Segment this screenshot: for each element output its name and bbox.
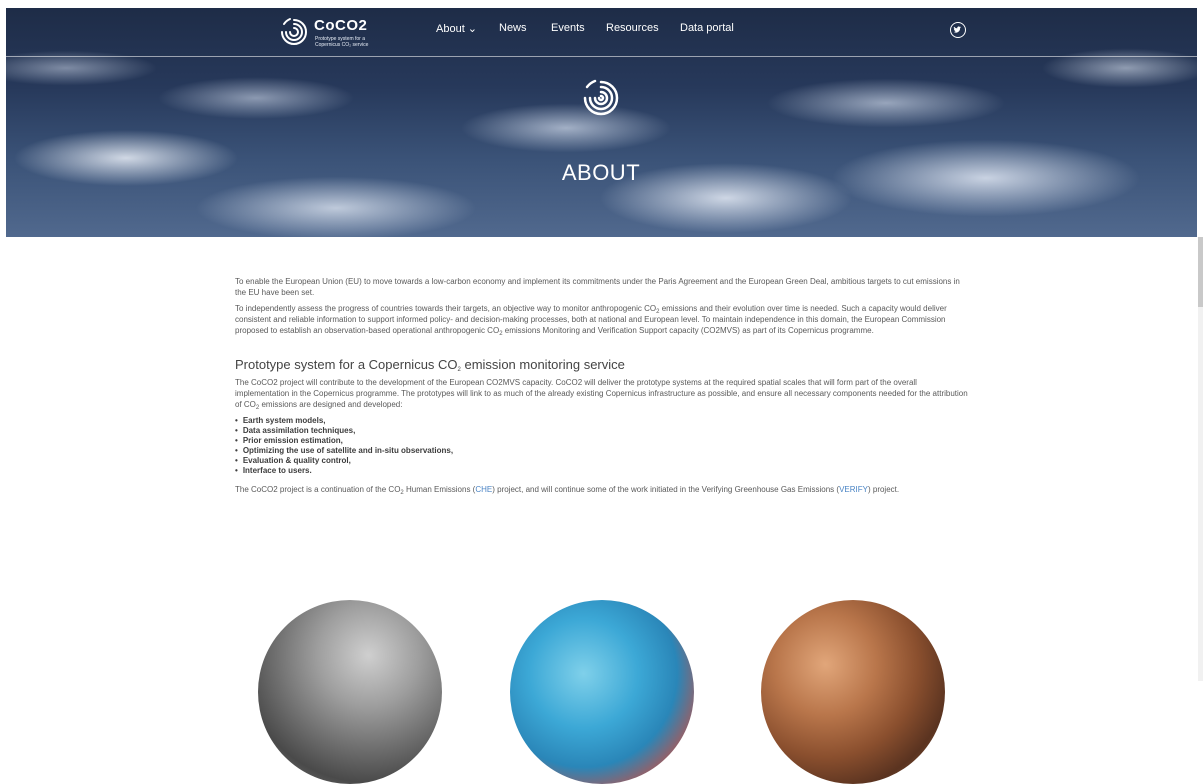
list-item: Earth system models, bbox=[235, 416, 968, 426]
header-divider bbox=[6, 56, 1197, 57]
list-item: Interface to users. bbox=[235, 466, 968, 476]
nav-news[interactable]: News bbox=[499, 22, 527, 34]
logo-title: CoCO2 bbox=[314, 17, 368, 34]
nav-data-portal[interactable]: Data portal bbox=[680, 22, 734, 34]
project-paragraph: The CoCO2 project will contribute to the… bbox=[235, 378, 968, 411]
nav-resources[interactable]: Resources bbox=[606, 22, 659, 34]
intro-paragraph: To enable the European Union (EU) to mov… bbox=[235, 277, 960, 297]
verify-link[interactable]: VERIFY bbox=[839, 485, 868, 494]
about-content: To enable the European Union (EU) to mov… bbox=[235, 276, 968, 500]
smoke-image[interactable] bbox=[258, 600, 442, 784]
page-title: ABOUT bbox=[561, 160, 641, 185]
che-link[interactable]: CHE bbox=[475, 485, 492, 494]
scrollbar-thumb[interactable] bbox=[1198, 237, 1203, 307]
twitter-icon[interactable] bbox=[950, 22, 966, 38]
hero-banner: CoCO2 Prototype system for a Copernicus … bbox=[6, 8, 1197, 237]
list-item: Optimizing the use of satellite and in-s… bbox=[235, 446, 968, 456]
fingerprint-emblem-icon bbox=[583, 79, 619, 116]
wood-logs-image[interactable] bbox=[761, 600, 945, 784]
list-item: Prior emission estimation, bbox=[235, 436, 968, 446]
components-list: Earth system models, Data assimilation t… bbox=[235, 416, 968, 476]
list-item: Data assimilation techniques, bbox=[235, 426, 968, 436]
satellite-map-image[interactable] bbox=[510, 600, 694, 784]
logo-subtitle: Prototype system for a Copernicus CO₂ se… bbox=[315, 36, 369, 48]
continuation-paragraph: The CoCO2 project is a continuation of t… bbox=[235, 485, 900, 496]
assessment-paragraph: To independently assess the progress of … bbox=[235, 304, 947, 337]
section-heading: Prototype system for a Copernicus CO2 em… bbox=[235, 357, 625, 373]
list-item: Evaluation & quality control, bbox=[235, 456, 968, 466]
nav-about[interactable]: About ⌄ bbox=[436, 22, 477, 35]
fingerprint-logo-icon bbox=[281, 18, 307, 45]
nav-events[interactable]: Events bbox=[551, 22, 585, 34]
site-logo[interactable]: CoCO2 Prototype system for a Copernicus … bbox=[276, 14, 386, 50]
